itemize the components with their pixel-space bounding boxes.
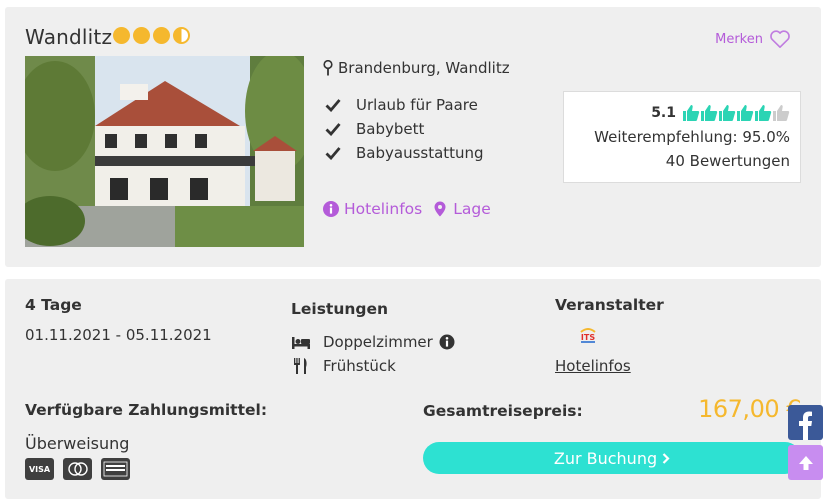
star-icon	[153, 27, 170, 44]
hotel-links: Hotelinfos Lage	[323, 200, 491, 218]
heart-icon	[770, 30, 790, 48]
veranstalter-heading: Veranstalter	[555, 296, 664, 314]
thumbs-up-icon	[683, 105, 700, 121]
thumbs-up-icon	[755, 105, 772, 121]
trip-dates: 01.11.2021 - 05.11.2021	[25, 326, 212, 344]
map-marker-icon	[434, 201, 446, 217]
facebook-share-button[interactable]	[788, 405, 823, 440]
feature-item: Babybett	[325, 117, 484, 141]
rating-score: 5.1	[651, 105, 676, 121]
lage-label: Lage	[453, 200, 491, 218]
board-type: Frühstück	[291, 357, 396, 375]
lage-link[interactable]: Lage	[432, 200, 491, 218]
merken-button[interactable]: Merken	[715, 29, 791, 49]
payment-cards: VISA	[25, 458, 130, 480]
feature-item: Urlaub für Paare	[325, 93, 484, 117]
feature-item: Babyausstattung	[325, 141, 484, 165]
trip-duration: 4 Tage	[25, 296, 82, 314]
mastercard-icon	[63, 458, 92, 480]
check-icon	[325, 123, 341, 136]
info-icon[interactable]	[439, 334, 455, 350]
check-icon	[325, 99, 341, 112]
total-price-label: Gesamtreisepreis:	[423, 402, 583, 420]
book-label: Zur Buchung	[553, 448, 658, 468]
check-icon	[325, 147, 341, 160]
feature-label: Babybett	[356, 120, 425, 138]
bed-icon	[292, 337, 310, 349]
payment-heading: Verfügbare Zahlungsmittel:	[25, 401, 268, 419]
info-icon	[323, 201, 339, 217]
thumbs-up-icon	[701, 105, 718, 121]
facebook-icon	[798, 411, 812, 440]
room-label: Doppelzimmer	[323, 333, 433, 351]
leistungen-heading: Leistungen	[291, 300, 389, 318]
thumbs-up-icon	[719, 105, 736, 121]
scroll-to-top-button[interactable]	[788, 445, 823, 480]
book-button[interactable]: Zur Buchung	[423, 442, 801, 474]
hotel-photo[interactable]	[25, 56, 304, 247]
arrow-up-icon	[798, 455, 813, 470]
thumbs-up-icon	[773, 105, 790, 121]
merken-label: Merken	[715, 31, 763, 47]
hotelinfos-link[interactable]: Hotelinfos	[323, 200, 422, 218]
offer-card: 4 Tage 01.11.2021 - 05.11.2021 Leistunge…	[5, 279, 821, 499]
feature-label: Urlaub für Paare	[356, 96, 478, 114]
feature-list: Urlaub für Paare Babybett Babyausstattun…	[325, 93, 484, 165]
hotel-stars	[113, 27, 190, 44]
veranstalter-hotelinfos-link[interactable]: Hotelinfos	[555, 357, 631, 375]
hotel-name[interactable]: Wandlitz	[25, 25, 112, 49]
rating-box: 5.1 Weiterempfehlung: 95.0% 40 Bewertung…	[563, 91, 801, 183]
location-text: Brandenburg, Wandlitz	[338, 59, 510, 77]
hotel-location: Brandenburg, Wandlitz	[323, 59, 510, 77]
feature-label: Babyausstattung	[356, 144, 484, 162]
hotel-card: Wandlitz Merken Brandenburg, Wandlitz Ur…	[5, 7, 821, 267]
map-pin-icon	[323, 60, 333, 76]
board-label: Frühstück	[323, 357, 396, 375]
amex-icon	[101, 458, 130, 480]
review-count[interactable]: 40 Bewertungen	[564, 149, 790, 173]
room-type: Doppelzimmer	[291, 333, 455, 351]
chevron-right-icon	[662, 452, 670, 464]
rating-score-row: 5.1	[564, 101, 790, 125]
star-icon	[113, 27, 130, 44]
visa-icon: VISA	[25, 458, 54, 480]
half-star-icon	[173, 27, 190, 44]
thumbs-up-icon	[737, 105, 754, 121]
its-logo: ITS	[580, 328, 596, 343]
hotelinfos-label: Hotelinfos	[344, 200, 423, 218]
cutlery-icon	[294, 358, 307, 374]
recommendation-text: Weiterempfehlung: 95.0%	[594, 128, 790, 146]
payment-method: Überweisung	[25, 434, 130, 453]
total-price: 167,00 €	[698, 395, 801, 423]
rating-thumbs	[682, 104, 790, 122]
star-icon	[133, 27, 150, 44]
svg-text:ITS: ITS	[581, 333, 595, 342]
